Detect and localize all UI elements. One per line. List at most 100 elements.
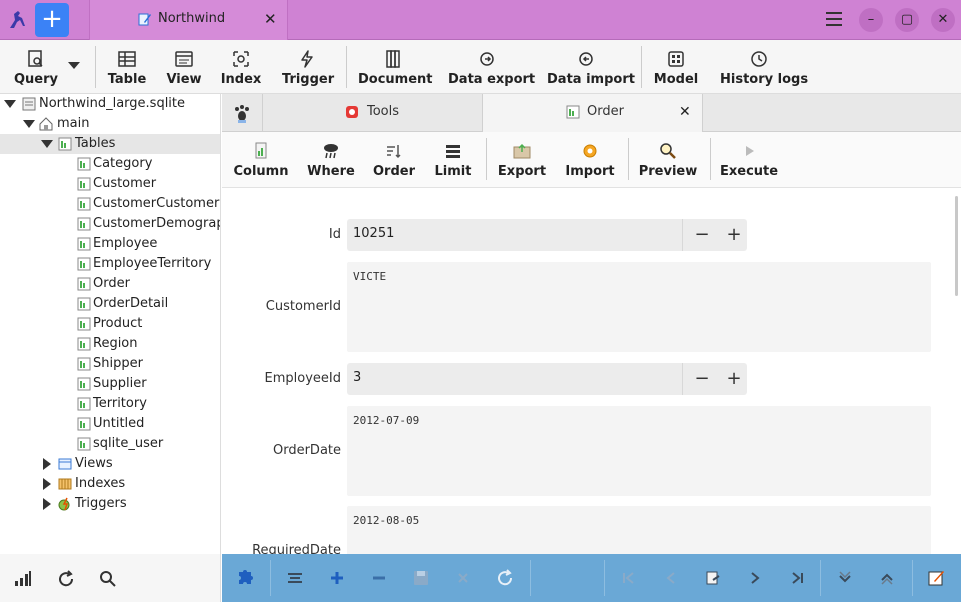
sidebar-footer: [0, 554, 221, 602]
query-button[interactable]: Query: [10, 40, 62, 94]
move-up-icon[interactable]: [875, 566, 899, 590]
increment-button[interactable]: +: [724, 368, 744, 390]
table-name: Order: [93, 276, 130, 291]
collapse-arrow-icon[interactable]: [43, 498, 51, 510]
bar-separator: [270, 560, 271, 596]
tree-item-table[interactable]: OrderDetail: [0, 294, 220, 314]
customerid-textarea[interactable]: VICTE: [347, 262, 931, 352]
order-button[interactable]: Order: [370, 132, 418, 188]
toolbar-separator: [95, 46, 96, 88]
tree-item-database[interactable]: Northwind_large.sqlite: [0, 94, 220, 114]
expand-arrow-icon[interactable]: [23, 120, 35, 128]
align-icon[interactable]: [283, 566, 307, 590]
preview-button[interactable]: Preview: [638, 132, 698, 188]
signal-bars-icon[interactable]: [14, 570, 32, 586]
limit-button[interactable]: Limit: [430, 132, 476, 188]
search-icon[interactable]: [99, 570, 117, 588]
id-spin-field[interactable]: 10251 − +: [347, 219, 747, 251]
tree-item-indexes[interactable]: Indexes: [0, 474, 220, 494]
tab-northwind[interactable]: Northwind ✕: [89, 0, 288, 40]
export-box-icon: [513, 143, 531, 159]
decrement-button[interactable]: −: [692, 368, 712, 390]
tree-item-table[interactable]: Shipper: [0, 354, 220, 374]
table-icon: [77, 357, 91, 371]
tree-item-table[interactable]: Territory: [0, 394, 220, 414]
puzzle-icon[interactable]: [234, 566, 258, 590]
query-dropdown-icon[interactable]: [68, 62, 80, 69]
tree-item-views[interactable]: Views: [0, 454, 220, 474]
tree-item-table[interactable]: Order: [0, 274, 220, 294]
form-scrollbar[interactable]: [955, 196, 958, 296]
new-tab-button[interactable]: +: [35, 3, 69, 37]
export-button[interactable]: Export: [496, 132, 548, 188]
decrement-button[interactable]: −: [692, 224, 712, 246]
tree-item-triggers[interactable]: Triggers: [0, 494, 220, 514]
move-down-icon[interactable]: [833, 566, 857, 590]
tree-item-table[interactable]: Supplier: [0, 374, 220, 394]
data-export-button[interactable]: Data export: [448, 40, 535, 94]
tree-item-table[interactable]: Untitled: [0, 414, 220, 434]
employeeid-value[interactable]: 3: [353, 370, 361, 385]
kangaroo-logo-icon: [10, 11, 25, 28]
close-window-button[interactable]: ✕: [931, 8, 955, 32]
refresh-icon[interactable]: [57, 570, 75, 588]
reload-icon[interactable]: [493, 566, 517, 590]
previous-record-icon: [666, 572, 675, 584]
tree-item-schema-main[interactable]: main: [0, 114, 220, 134]
where-button[interactable]: Where: [304, 132, 358, 188]
minimize-button[interactable]: –: [859, 8, 883, 32]
id-value[interactable]: 10251: [353, 226, 394, 241]
collapse-arrow-icon[interactable]: [43, 478, 51, 490]
model-button[interactable]: Model: [653, 40, 699, 94]
collapse-arrow-icon[interactable]: [43, 458, 51, 470]
column-icon: [255, 142, 267, 159]
table-icon: [77, 297, 91, 311]
expand-arrow-icon[interactable]: [41, 140, 53, 148]
tab-home[interactable]: [222, 94, 263, 132]
trigger-button[interactable]: Trigger: [282, 40, 334, 94]
column-button[interactable]: Column: [232, 132, 290, 188]
delete-record-icon[interactable]: [367, 566, 391, 590]
magnifier-icon: [660, 143, 676, 159]
tree-item-table[interactable]: EmployeeTerritory: [0, 254, 220, 274]
import-button[interactable]: Import: [562, 132, 618, 188]
tree-item-table[interactable]: sqlite_user: [0, 434, 220, 454]
close-tab-icon[interactable]: ✕: [264, 10, 277, 28]
history-icon: [751, 51, 767, 67]
expand-arrow-icon[interactable]: [4, 100, 16, 108]
close-tab-icon[interactable]: ✕: [679, 104, 691, 120]
tree-item-table[interactable]: Product: [0, 314, 220, 334]
tree-item-table[interactable]: CustomerCustomerDe: [0, 194, 220, 214]
index-button[interactable]: Index: [220, 40, 262, 94]
last-record-icon[interactable]: [785, 566, 809, 590]
tree-item-table[interactable]: Employee: [0, 234, 220, 254]
execute-button[interactable]: Execute: [720, 132, 778, 188]
goto-record-icon[interactable]: [701, 566, 725, 590]
tree-item-table[interactable]: CustomerDemographi: [0, 214, 220, 234]
increment-button[interactable]: +: [724, 224, 744, 246]
add-record-icon[interactable]: [325, 566, 349, 590]
maximize-button[interactable]: ▢: [895, 8, 919, 32]
edit-notes-icon[interactable]: [924, 566, 948, 590]
table-name: Region: [93, 336, 138, 351]
data-import-button[interactable]: Data import: [547, 40, 635, 94]
table-button[interactable]: Table: [104, 40, 150, 94]
requireddate-textarea[interactable]: 2012-08-05: [347, 506, 931, 554]
tree-item-table[interactable]: Customer: [0, 174, 220, 194]
table-icon: [77, 377, 91, 391]
tree-item-table[interactable]: Category: [0, 154, 220, 174]
toolbar-separator: [710, 138, 711, 180]
document-button[interactable]: Document: [358, 40, 433, 94]
tree-item-table[interactable]: Region: [0, 334, 220, 354]
employeeid-spin-field[interactable]: 3 − +: [347, 363, 747, 395]
view-button[interactable]: View: [164, 40, 204, 94]
index-icon: [233, 51, 249, 67]
history-logs-button[interactable]: History logs: [720, 40, 808, 94]
tab-tools[interactable]: Tools: [263, 94, 483, 132]
tree-item-tables[interactable]: Tables: [0, 134, 220, 154]
next-record-icon[interactable]: [743, 566, 767, 590]
orderdate-textarea[interactable]: 2012-07-09: [347, 406, 931, 496]
tab-order[interactable]: Order ✕: [483, 94, 703, 132]
field-label-id: Id: [328, 227, 341, 242]
hamburger-menu-icon[interactable]: [826, 12, 842, 26]
